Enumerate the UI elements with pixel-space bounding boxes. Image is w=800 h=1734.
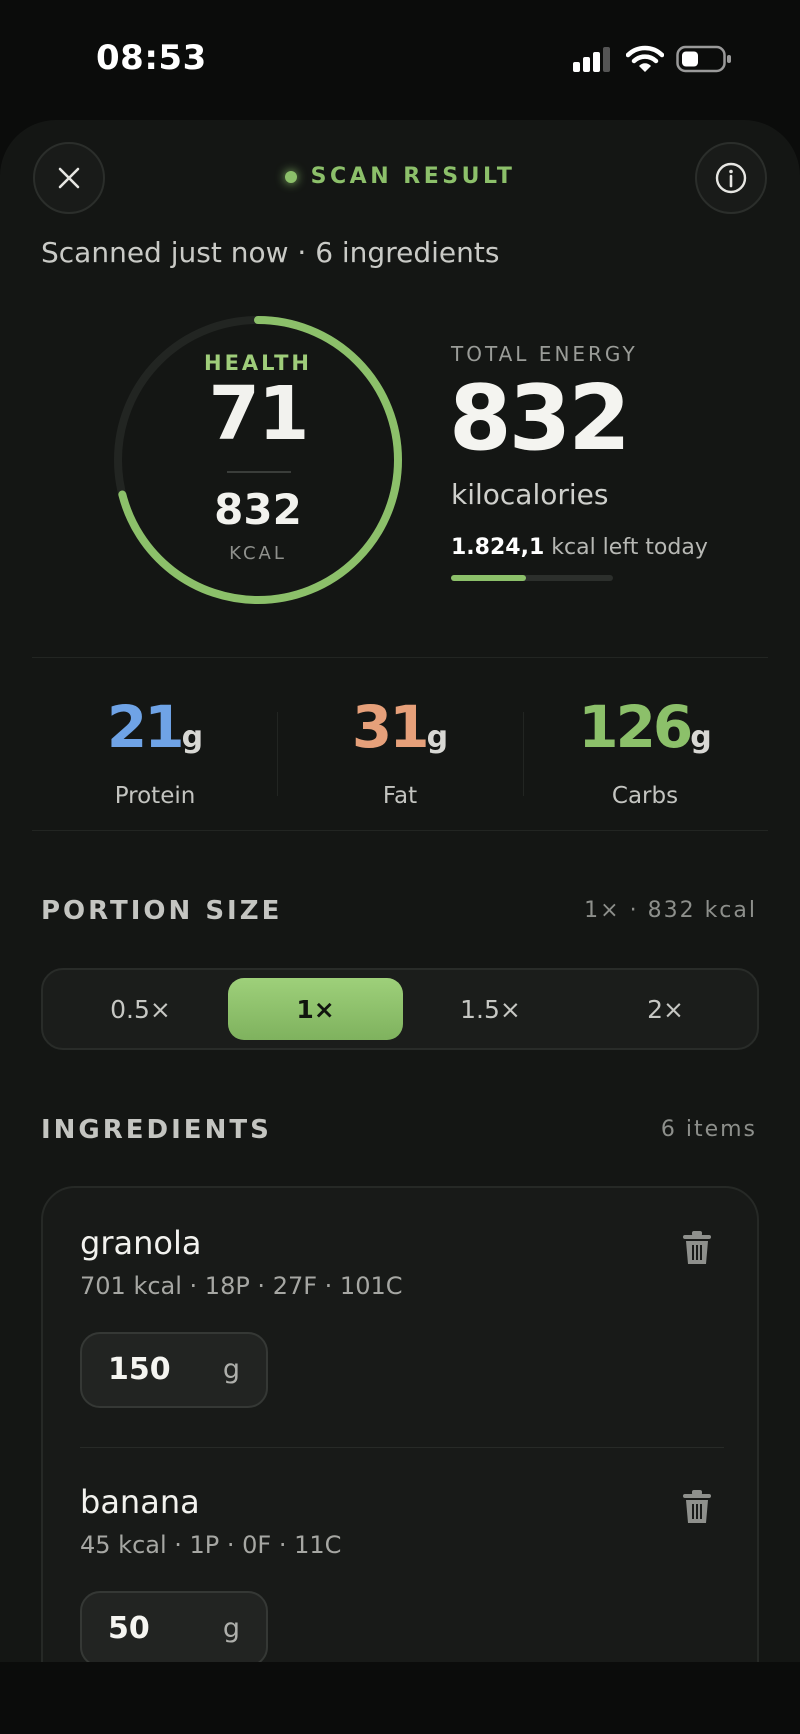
total-energy-value: 832	[449, 366, 631, 471]
total-energy-label: TOTAL ENERGY	[451, 342, 638, 366]
macro-protein-unit: g	[181, 720, 204, 755]
ingredient-quantity-input[interactable]: 50 g	[80, 1591, 268, 1667]
ingredient-stats: 701 kcal · 18P · 27F · 101C	[80, 1272, 403, 1300]
kcal-left-value: 1.824,1	[451, 535, 545, 560]
delete-ingredient-button[interactable]	[679, 1487, 715, 1527]
kcal-left-today: 1.824,1 kcal left today	[451, 535, 708, 560]
delete-ingredient-button[interactable]	[679, 1228, 715, 1268]
ingredient-divider	[80, 1447, 724, 1448]
macro-fat-label: Fat	[382, 783, 418, 809]
ring-kcal-label: KCAL	[229, 543, 287, 564]
bottom-safe-area	[0, 1662, 800, 1734]
health-ring: HEALTH 71 832 KCAL	[113, 315, 403, 605]
divider	[32, 657, 768, 658]
portion-size-title: PORTION SIZE	[41, 896, 283, 926]
portion-option-1x[interactable]: 1×	[228, 978, 403, 1040]
portion-option-2x[interactable]: 2×	[578, 978, 753, 1040]
ingredient-name: banana	[80, 1483, 200, 1521]
health-score: 71	[208, 371, 310, 457]
macro-carbs-label: Carbs	[611, 783, 679, 809]
scan-meta: Scanned just now · 6 ingredients	[41, 236, 500, 269]
quantity-unit: g	[222, 1613, 240, 1644]
trash-icon	[683, 1231, 711, 1264]
status-bar: 08:53	[0, 0, 800, 118]
macro-carbs-value: 126	[578, 693, 693, 761]
battery-icon	[676, 45, 731, 73]
quantity-value: 50	[108, 1611, 150, 1646]
signal-icon	[573, 47, 610, 72]
kcal-left-progress	[451, 575, 613, 581]
scan-result-sheet: SCAN RESULT Scanned just now · 6 ingredi…	[0, 120, 800, 1734]
info-icon	[715, 162, 747, 194]
ingredient-quantity-input[interactable]: 150 g	[80, 1332, 268, 1408]
portion-selector: 0.5× 1× 1.5× 2×	[41, 968, 759, 1050]
macro-carbs-value-line: 126g	[522, 690, 768, 775]
status-dot	[284, 170, 297, 183]
macro-protein-label: Protein	[114, 783, 196, 809]
header-title-text: SCAN RESULT	[310, 164, 516, 189]
divider	[32, 830, 768, 831]
ingredients-count: 6 items	[660, 1117, 757, 1142]
kcal-left-progress-fill	[451, 575, 526, 581]
macro-fat: 31g Fat	[277, 690, 523, 809]
portion-size-meta: 1× · 832 kcal	[584, 898, 757, 923]
quantity-value: 150	[108, 1352, 171, 1387]
ingredient-name: granola	[80, 1224, 202, 1262]
wifi-icon	[626, 45, 664, 72]
ring-divider	[227, 471, 291, 473]
macro-protein: 21g Protein	[32, 690, 278, 809]
kcal-left-text: kcal left today	[544, 535, 708, 560]
total-energy-unit: kilocalories	[451, 478, 609, 511]
ingredient-stats: 45 kcal · 1P · 0F · 11C	[80, 1531, 342, 1559]
status-time: 08:53	[96, 38, 207, 78]
macro-fat-value: 31	[351, 693, 430, 761]
macro-protein-value: 21	[106, 693, 185, 761]
ingredients-title: INGREDIENTS	[41, 1115, 272, 1145]
macro-protein-value-line: 21g	[32, 690, 278, 775]
ingredients-list: granola 701 kcal · 18P · 27F · 101C 150 …	[41, 1186, 759, 1734]
macro-fat-unit: g	[426, 720, 449, 755]
ring-kcal-value: 832	[214, 485, 302, 534]
portion-option-1-5x[interactable]: 1.5×	[403, 978, 578, 1040]
trash-icon	[683, 1490, 711, 1523]
macro-carbs: 126g Carbs	[522, 690, 768, 809]
header-title: SCAN RESULT	[0, 164, 800, 189]
macro-fat-value-line: 31g	[277, 690, 523, 775]
portion-option-0-5x[interactable]: 0.5×	[53, 978, 228, 1040]
macro-carbs-unit: g	[690, 720, 712, 755]
quantity-unit: g	[222, 1354, 240, 1385]
info-button[interactable]	[695, 142, 767, 214]
